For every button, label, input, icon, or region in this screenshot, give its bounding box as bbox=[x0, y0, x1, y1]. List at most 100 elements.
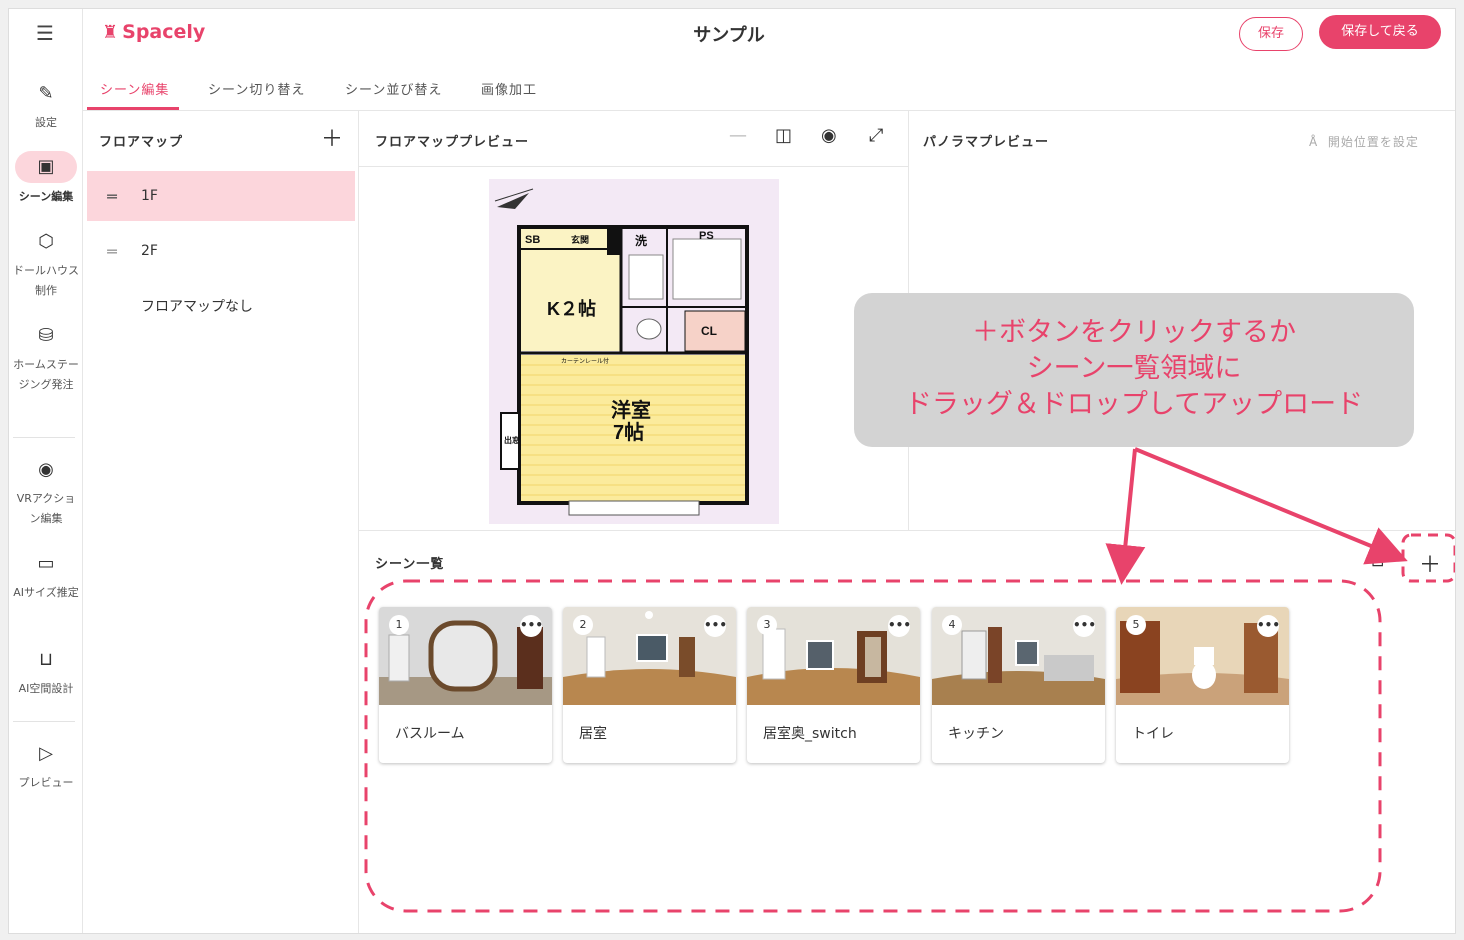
scene-number: 2 bbox=[573, 615, 593, 635]
floormap-heading: フロアマップ bbox=[99, 135, 184, 150]
plan-label-ps: PS bbox=[699, 230, 714, 242]
pillar-icon: ♜ bbox=[102, 21, 119, 43]
rail-divider bbox=[13, 437, 75, 438]
more-options-icon[interactable]: ••• bbox=[1257, 615, 1280, 637]
instruction-callout: ＋ボタンをクリックするか シーン一覧領域に ドラッグ＆ドロップしてアップロード bbox=[854, 293, 1414, 447]
panorama-heading: パノラマプレビュー bbox=[923, 135, 1050, 150]
rail-item-vr-action[interactable]: ◉ VRアクション編集 bbox=[9, 455, 83, 529]
ruler-icon: ▭ bbox=[37, 553, 55, 574]
save-button[interactable]: 保存 bbox=[1239, 17, 1303, 51]
play-icon: ▷ bbox=[39, 743, 53, 764]
rail-item-label: AI空間設計 bbox=[18, 682, 74, 695]
plan-label-curtain: カーテンレール付 bbox=[561, 357, 609, 365]
staging-icon: ⛁ bbox=[38, 325, 54, 346]
more-options-icon[interactable]: ••• bbox=[704, 615, 727, 637]
floor-name: 1F bbox=[141, 188, 158, 204]
rail-item-label: ホームステージング発注 bbox=[13, 358, 79, 391]
app-frame: ☰ ✎ 設定 ▣ シーン編集 ⬡ ドールハウス制作 ⛁ ホームステージング発注 … bbox=[8, 8, 1456, 934]
scene-number: 4 bbox=[942, 615, 962, 635]
scene-card[interactable]: 3 ••• 居室奥_switch bbox=[747, 607, 920, 763]
rail-item-scene-edit[interactable]: ▣ シーン編集 bbox=[9, 151, 83, 207]
floor-item-none[interactable]: フロアマップなし bbox=[87, 281, 355, 331]
scene-number: 3 bbox=[757, 615, 777, 635]
rail-item-label: シーン編集 bbox=[18, 190, 74, 203]
plan-label-window: 出窓 bbox=[504, 435, 520, 445]
target-icon: ◉ bbox=[38, 459, 54, 480]
cube-icon: ⬡ bbox=[38, 231, 54, 252]
plan-label-kitchen: K２帖 bbox=[547, 298, 596, 319]
scene-label: トイレ bbox=[1132, 726, 1174, 742]
floor-item-1f[interactable]: ═ 1F bbox=[87, 171, 355, 221]
brand-name: Spacely bbox=[122, 21, 206, 43]
plan-label-room: 洋室 bbox=[611, 398, 651, 422]
floormap-preview-heading: フロアマッププレビュー bbox=[375, 135, 530, 150]
tab-image-edit[interactable]: 画像加工 bbox=[481, 79, 537, 98]
rail-item-ai-space[interactable]: ⊔ AI空間設計 bbox=[9, 645, 83, 699]
floor-item-2f[interactable]: ═ 2F bbox=[87, 226, 355, 276]
scene-card[interactable]: 5 ••• トイレ bbox=[1116, 607, 1289, 763]
drag-handle-icon[interactable]: ═ bbox=[87, 187, 127, 206]
scene-label: 居室 bbox=[579, 726, 607, 742]
scene-label: キッチン bbox=[948, 726, 1004, 742]
brand-logo[interactable]: ♜ Spacely bbox=[102, 21, 205, 43]
sofa-icon: ⊔ bbox=[38, 649, 54, 670]
tab-scene-reorder[interactable]: シーン並び替え bbox=[345, 79, 442, 98]
active-tab-indicator bbox=[87, 107, 179, 110]
save-and-back-button[interactable]: 保存して戻る bbox=[1319, 15, 1441, 49]
set-start-position-button[interactable]: Å 開始位置を設定 bbox=[1309, 133, 1419, 150]
tab-bar: シーン編集 シーン切り替え シーン並び替え 画像加工 bbox=[83, 65, 1455, 111]
expand-icon[interactable]: ⤢ bbox=[869, 125, 883, 146]
rail-item-label: AIサイズ推定 bbox=[13, 586, 79, 599]
plan-label-wash: 洗 bbox=[635, 233, 647, 248]
left-rail: ☰ ✎ 設定 ▣ シーン編集 ⬡ ドールハウス制作 ⛁ ホームステージング発注 … bbox=[9, 9, 83, 933]
callout-line: ドラッグ＆ドロップしてアップロード bbox=[904, 389, 1364, 420]
rail-item-label: VRアクション編集 bbox=[16, 492, 76, 525]
split-view-icon[interactable]: ◫ bbox=[775, 125, 792, 146]
floormap-preview-pane: フロアマッププレビュー — ◫ ◉ ⤢ SB 玄関 洗 PS K２帖 CL カー… bbox=[359, 111, 909, 531]
scene-number: 1 bbox=[389, 615, 409, 635]
add-scene-icon[interactable]: ＋ bbox=[1419, 555, 1441, 577]
rail-item-label: プレビュー bbox=[18, 776, 74, 789]
drag-handle-icon[interactable]: ═ bbox=[87, 242, 127, 261]
rail-item-ai-size[interactable]: ▭ AIサイズ推定 bbox=[9, 549, 83, 603]
divider bbox=[359, 166, 909, 167]
more-options-icon[interactable]: ••• bbox=[1073, 615, 1096, 637]
tab-scene-switch[interactable]: シーン切り替え bbox=[208, 79, 305, 98]
image-folder-icon[interactable]: ⊟ bbox=[1371, 551, 1384, 570]
scene-number: 5 bbox=[1126, 615, 1146, 635]
floormap-pane: フロアマップ ＋ ═ 1F ═ 2F フロアマップなし bbox=[83, 111, 359, 933]
floor-plan-image: SB 玄関 洗 PS K２帖 CL カーテンレール付 洋室 7帖 出窓 bbox=[489, 179, 779, 524]
rail-item-dollhouse[interactable]: ⬡ ドールハウス制作 bbox=[9, 227, 83, 301]
more-options-icon[interactable]: ••• bbox=[888, 615, 911, 637]
callout-line: ＋ボタンをクリックするか bbox=[972, 317, 1296, 348]
rail-item-label: 設定 bbox=[35, 116, 57, 129]
anchor-icon: Å bbox=[1309, 135, 1319, 149]
rail-item-preview[interactable]: ▷ プレビュー bbox=[9, 739, 83, 793]
rail-divider bbox=[13, 721, 75, 722]
scene-list-pane[interactable]: シーン一覧 ⊟ ＋ 1 ••• バスルーム 2 ••• 居室 3 ••• 居室奥… bbox=[359, 531, 1455, 933]
scene-card[interactable]: 4 ••• キッチン bbox=[932, 607, 1105, 763]
rail-item-label: ドールハウス制作 bbox=[13, 264, 79, 297]
tab-scene-edit[interactable]: シーン編集 bbox=[100, 79, 169, 98]
menu-icon[interactable]: ☰ bbox=[31, 21, 59, 45]
rail-item-home-staging[interactable]: ⛁ ホームステージング発注 bbox=[9, 321, 83, 395]
plan-label-sb: SB bbox=[525, 234, 540, 246]
floor-name: フロアマップなし bbox=[141, 299, 253, 315]
scene-card[interactable]: 1 ••• バスルーム bbox=[379, 607, 552, 763]
image-icon: ▣ bbox=[15, 151, 77, 183]
plan-label-closet: CL bbox=[701, 324, 717, 338]
add-floor-icon[interactable]: ＋ bbox=[321, 129, 343, 151]
more-options-icon[interactable]: ••• bbox=[520, 615, 543, 637]
scene-list-heading: シーン一覧 bbox=[375, 557, 445, 572]
page-title: サンプル bbox=[693, 25, 765, 46]
set-start-label: 開始位置を設定 bbox=[1327, 135, 1419, 149]
scene-label: 居室奥_switch bbox=[763, 726, 857, 742]
plan-label-entrance: 玄関 bbox=[571, 234, 589, 245]
scene-card[interactable]: 2 ••• 居室 bbox=[563, 607, 736, 763]
eye-icon[interactable]: ◉ bbox=[821, 125, 837, 146]
rail-item-settings[interactable]: ✎ 設定 bbox=[9, 79, 83, 133]
plan-label-room-size: 7帖 bbox=[613, 421, 644, 444]
scene-label: バスルーム bbox=[395, 726, 465, 742]
callout-line: シーン一覧領域に bbox=[1026, 353, 1242, 384]
minus-icon[interactable]: — bbox=[729, 125, 747, 146]
